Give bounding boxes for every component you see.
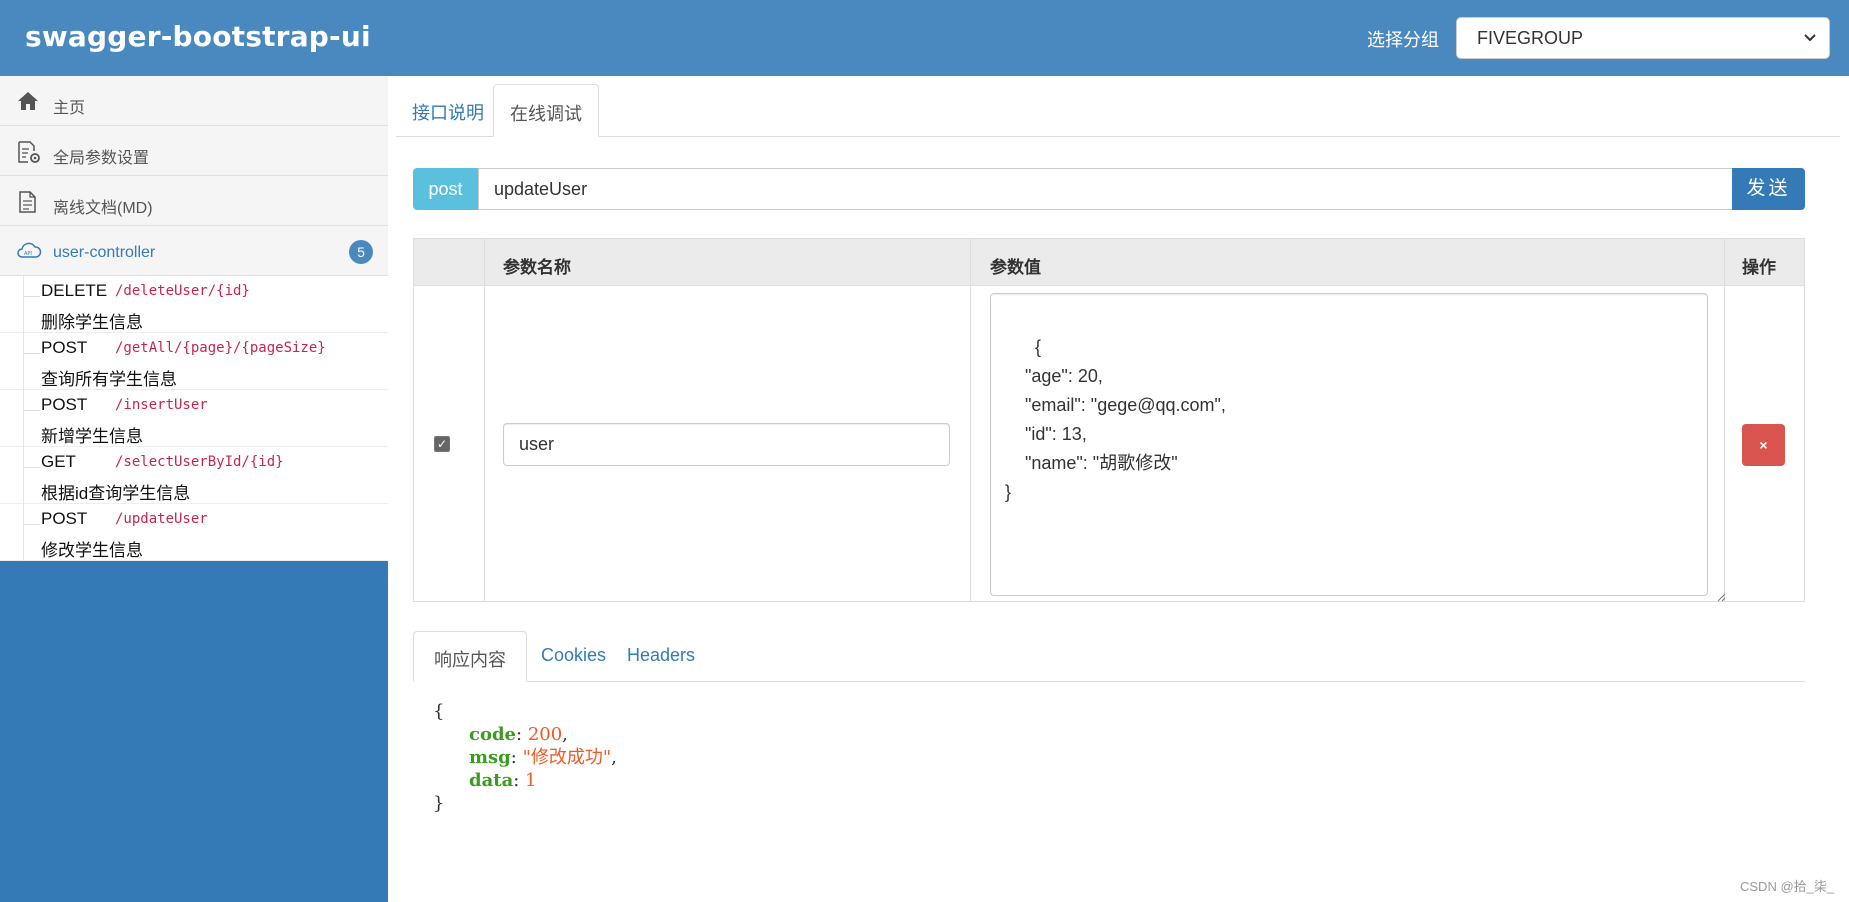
api-item[interactable]: GET /selectUserById/{id} 根据id查询学生信息 (0, 447, 388, 504)
api-description: 新增学生信息 (41, 427, 143, 446)
api-count-badge: 5 (349, 240, 373, 264)
sidebar: 主页 全局参数设置 离线文档(MD) API user-controller 5… (0, 76, 388, 902)
json-open-brace: { (433, 701, 445, 722)
column-divider (970, 239, 971, 601)
group-select[interactable]: FIVEGROUP (1456, 17, 1830, 59)
url-input[interactable]: updateUser (478, 168, 1743, 210)
tree-connector (24, 467, 40, 468)
top-navbar: swagger-bootstrap-ui 选择分组 FIVEGROUP (0, 0, 1849, 76)
tab-api-description[interactable]: 接口说明 (396, 84, 500, 137)
tree-line (0, 390, 24, 447)
svg-text:API: API (24, 251, 32, 257)
tab-headers[interactable]: Headers (607, 631, 715, 682)
doc-tabs: 接口说明 在线调试 (396, 84, 1840, 137)
params-table: 参数名称 参数值 操作 ✓ user { "age": 20, "email":… (413, 238, 1805, 602)
group-select-label: 选择分组 (1367, 30, 1439, 50)
document-icon (16, 190, 40, 214)
api-method: POST (41, 338, 88, 357)
sidebar-item-label: user-controller (53, 244, 156, 261)
param-name-input[interactable]: user (503, 423, 950, 466)
column-divider (484, 239, 485, 601)
param-value-textarea[interactable]: { "age": 20, "email": "gege@qq.com", "id… (990, 293, 1726, 602)
sidebar-item-label: 全局参数设置 (53, 150, 150, 167)
tree-line (0, 447, 24, 504)
sidebar-item-label: 离线文档(MD) (53, 200, 153, 217)
api-path: /insertUser (115, 397, 208, 413)
method-tag: post (413, 168, 478, 210)
tab-online-debug[interactable]: 在线调试 (493, 84, 599, 137)
tree-line (0, 504, 24, 561)
api-description: 修改学生信息 (41, 541, 143, 560)
json-key: msg (469, 747, 511, 768)
api-path: /deleteUser/{id} (115, 283, 250, 299)
json-value: 1 (525, 770, 537, 791)
main-content: 接口说明 在线调试 post updateUser 发送 参数名称 参数值 操作… (388, 76, 1849, 902)
header-action: 操作 (1742, 258, 1776, 277)
json-value: "修改成功" (522, 747, 612, 768)
delete-param-button[interactable]: × (1742, 424, 1785, 466)
param-value-text: { "age": 20, "email": "gege@qq.com", "id… (1005, 337, 1226, 502)
json-key: data (469, 770, 514, 791)
settings-doc-icon (16, 140, 40, 164)
api-method: GET (41, 452, 76, 471)
sidebar-item-user-controller[interactable]: API user-controller 5 (0, 226, 388, 276)
header-param-name: 参数名称 (503, 258, 571, 277)
group-select-value: FIVEGROUP (1477, 28, 1584, 48)
column-divider (1724, 239, 1725, 601)
tree-connector (24, 524, 40, 525)
tab-response-content[interactable]: 响应内容 (413, 631, 527, 682)
brand-title: swagger-bootstrap-ui (25, 20, 371, 53)
params-table-header (414, 239, 1804, 286)
api-path: /selectUserById/{id} (115, 454, 284, 470)
json-comma: , (562, 724, 568, 745)
api-method: POST (41, 395, 88, 414)
sidebar-item-label: 主页 (53, 100, 86, 117)
response-tabs: 响应内容 Cookies Headers (413, 631, 1805, 682)
api-description: 查询所有学生信息 (41, 370, 177, 389)
chevron-down-icon (1803, 28, 1817, 53)
tree-connector (24, 410, 40, 411)
api-method: POST (41, 509, 88, 528)
send-button[interactable]: 发送 (1732, 168, 1805, 210)
tree-connector (24, 296, 40, 297)
api-item[interactable]: DELETE /deleteUser/{id} 删除学生信息 (0, 276, 388, 333)
api-method: DELETE (41, 281, 108, 300)
sidebar-menu: 主页 全局参数设置 离线文档(MD) API user-controller 5… (0, 76, 388, 561)
request-bar: post updateUser 发送 (413, 168, 1805, 210)
tree-line (0, 333, 24, 390)
api-path: /updateUser (115, 511, 208, 527)
json-field: code: 200, (469, 724, 568, 745)
sidebar-item-offline-doc[interactable]: 离线文档(MD) (0, 176, 388, 226)
sidebar-item-home[interactable]: 主页 (0, 76, 388, 126)
json-close-brace: } (433, 793, 445, 814)
api-item[interactable]: POST /insertUser 新增学生信息 (0, 390, 388, 447)
sidebar-item-global-params[interactable]: 全局参数设置 (0, 126, 388, 176)
api-item[interactable]: POST /updateUser 修改学生信息 (0, 504, 388, 561)
home-icon (16, 90, 40, 114)
api-description: 删除学生信息 (41, 313, 143, 332)
json-field: msg: "修改成功", (469, 747, 617, 768)
cloud-api-icon: API (16, 240, 42, 264)
param-enabled-checkbox[interactable]: ✓ (434, 436, 450, 452)
json-value: 200 (527, 724, 563, 745)
api-description: 根据id查询学生信息 (41, 484, 191, 503)
watermark: CSDN @拾_柒_ (1740, 879, 1835, 894)
api-item[interactable]: POST /getAll/{page}/{pageSize} 查询所有学生信息 (0, 333, 388, 390)
response-body: { code: 200, msg: "修改成功", data: 1 } (433, 700, 617, 815)
header-param-value: 参数值 (990, 258, 1041, 277)
json-field: data: 1 (469, 770, 537, 791)
tree-line (0, 276, 24, 333)
json-comma: , (611, 747, 617, 768)
json-key: code (469, 724, 517, 745)
api-path: /getAll/{page}/{pageSize} (115, 340, 326, 356)
tree-connector (24, 353, 40, 354)
resize-handle-icon[interactable] (1694, 582, 1726, 602)
